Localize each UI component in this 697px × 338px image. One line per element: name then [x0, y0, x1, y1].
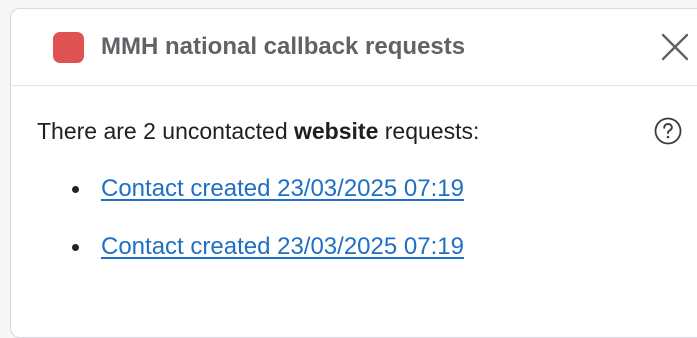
status-indicator-icon	[53, 32, 84, 63]
message-source: website	[294, 118, 379, 144]
panel-title: MMH national callback requests	[101, 33, 466, 60]
callback-requests-panel: MMH national callback requests There are…	[10, 8, 697, 338]
bullet-icon	[72, 244, 79, 251]
panel-body: There are 2 uncontacted website requests…	[37, 113, 697, 260]
contact-link[interactable]: Contact created 23/03/2025 07:19	[101, 171, 464, 207]
contact-link[interactable]: Contact created 23/03/2025 07:19	[101, 229, 464, 265]
close-icon	[661, 33, 689, 61]
uncontacted-message: There are 2 uncontacted website requests…	[37, 113, 697, 149]
message-suffix: requests:	[378, 118, 480, 144]
bullet-icon	[72, 186, 79, 193]
close-button[interactable]	[657, 29, 693, 65]
panel-header: MMH national callback requests	[11, 9, 697, 86]
message-prefix: There are 2 uncontacted	[37, 118, 294, 144]
help-icon[interactable]	[653, 116, 683, 146]
